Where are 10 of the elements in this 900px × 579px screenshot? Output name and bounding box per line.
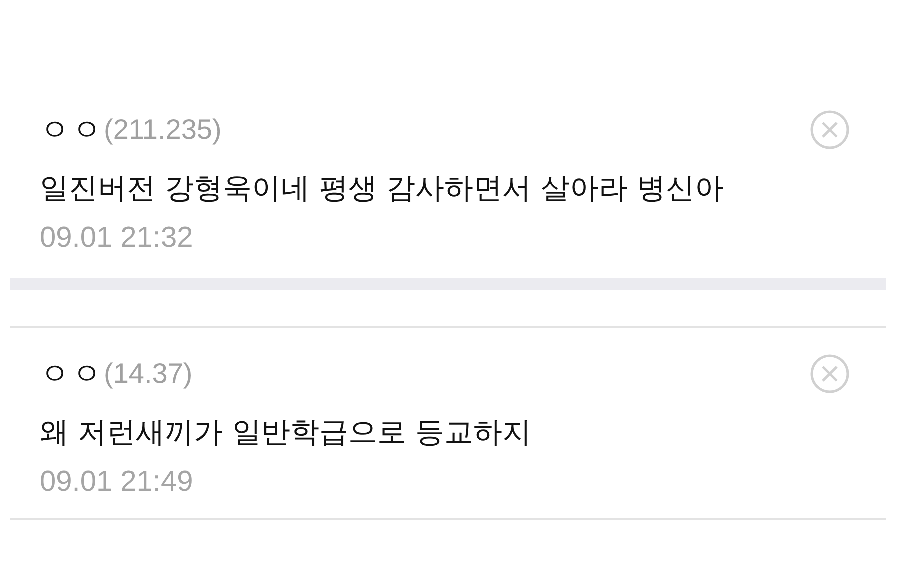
delete-icon[interactable] <box>810 110 850 150</box>
nickname: ㅇㅇ <box>40 356 104 394</box>
comment-text: 왜 저런새끼가 일반학급으로 등교하지 <box>40 414 533 451</box>
timestamp: 09.01 21:49 <box>40 465 194 500</box>
comment-text: 일진버전 강형욱이네 평생 감사하면서 살아라 병신아 <box>40 170 726 207</box>
ip-address: (14.37) <box>104 358 193 390</box>
nickname: ㅇㅇ <box>40 112 104 150</box>
ip-address: (211.235) <box>104 114 222 146</box>
timestamp: 09.01 21:32 <box>40 221 194 256</box>
delete-icon[interactable] <box>810 354 850 394</box>
